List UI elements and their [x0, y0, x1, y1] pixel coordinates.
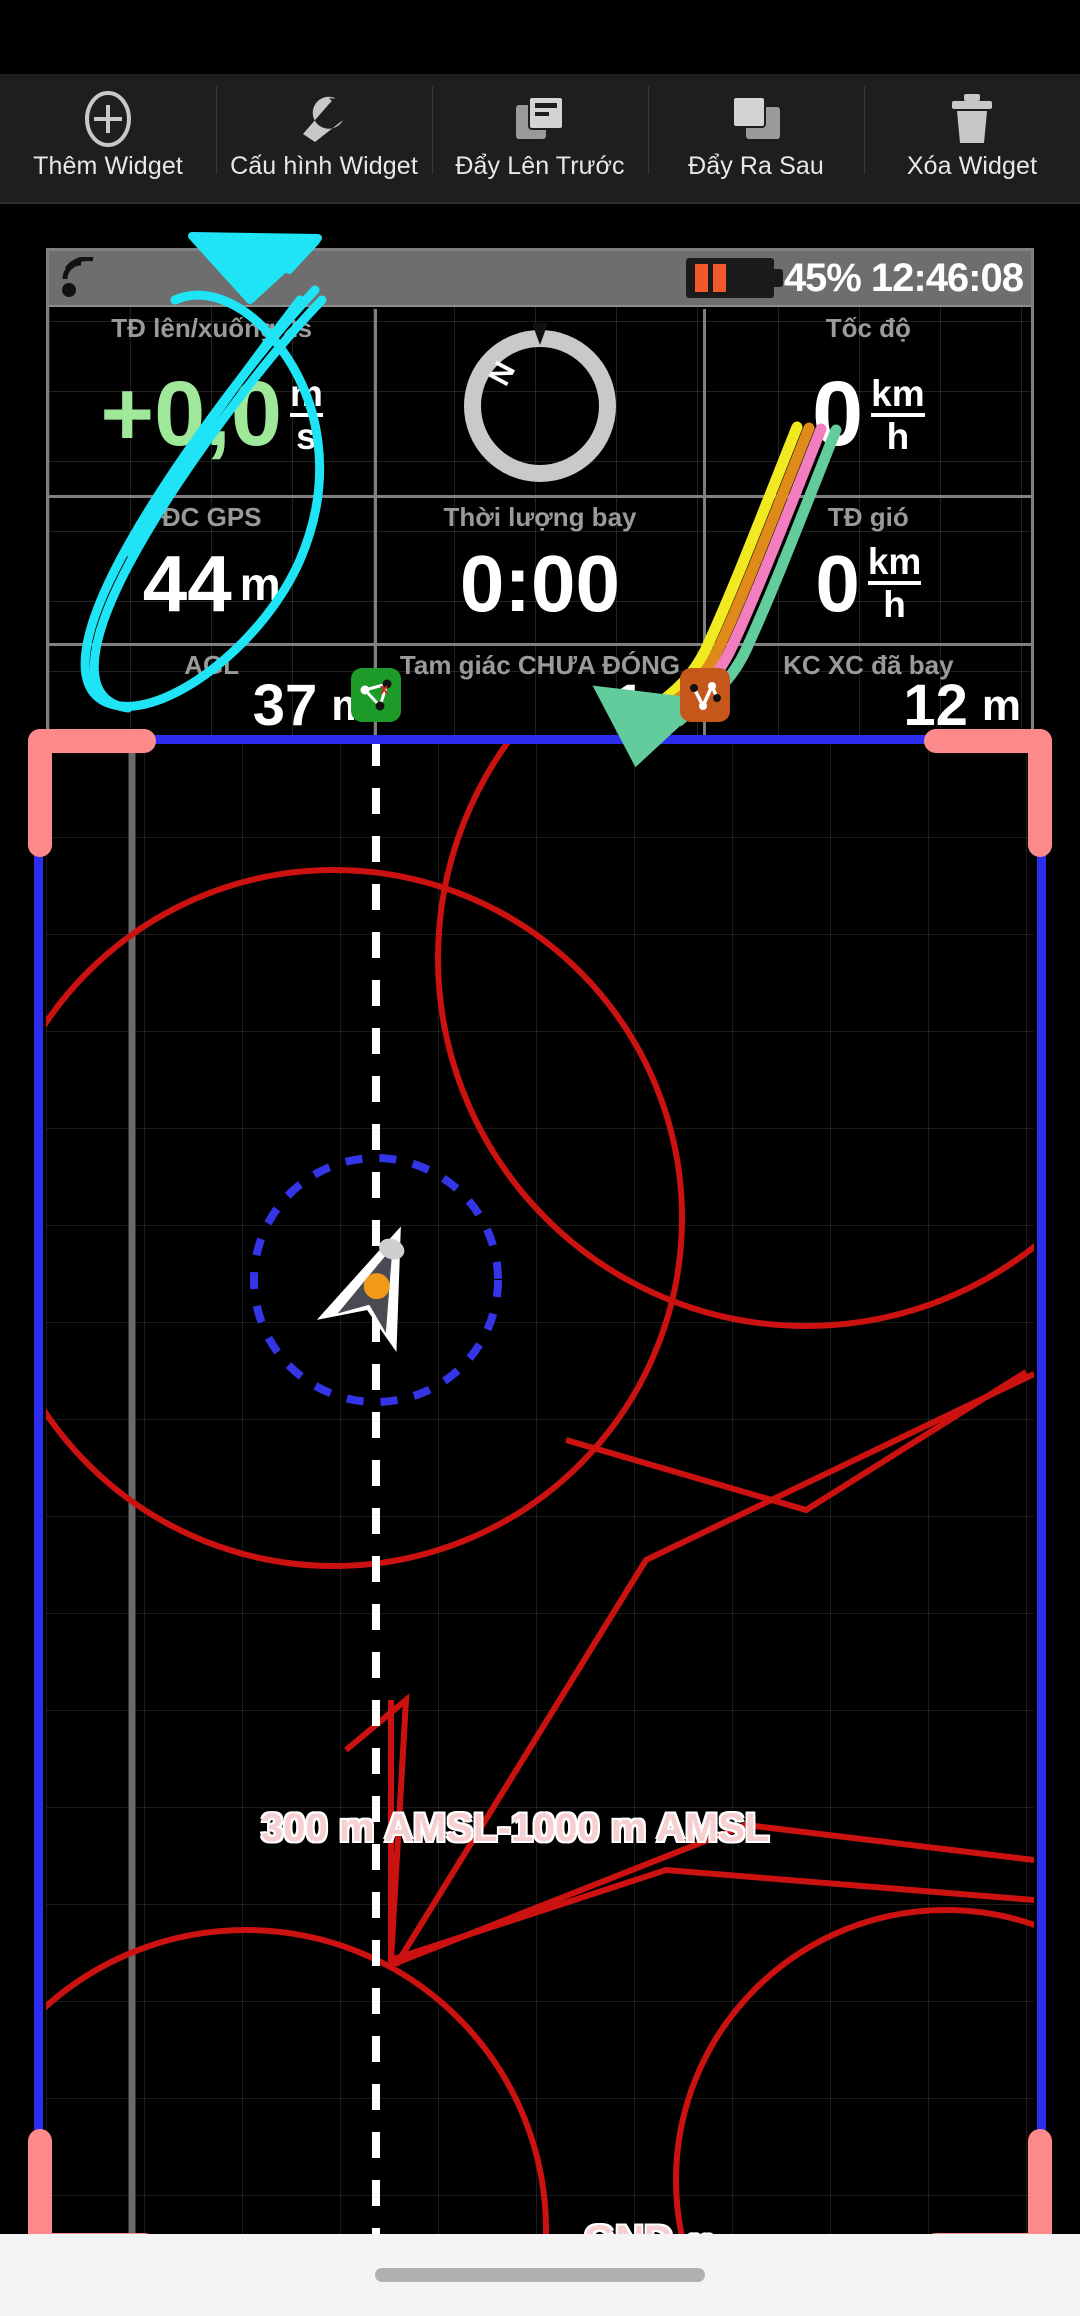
battery-percent: 45% [783, 255, 862, 300]
unit-denominator: s [290, 412, 323, 456]
widget-value: 1 [613, 673, 646, 739]
toolbar-item-add-widget[interactable]: Thêm Widget [0, 74, 216, 204]
toolbar-item-configure-widget[interactable]: Cấu hình Widget [216, 74, 432, 204]
toolbar-divider [0, 202, 1080, 204]
widget-compass[interactable]: N [374, 309, 702, 495]
widget-xc-distance[interactable]: KC XC đã bay 12 m [702, 646, 1031, 740]
widget-wind-speed[interactable]: TĐ gió 0 km h [702, 498, 1031, 643]
unit-numerator: m [290, 372, 323, 414]
widget-value: 0 [811, 363, 864, 466]
selection-edge-left [34, 735, 43, 2251]
unit-numerator: km [871, 372, 925, 414]
compass-needle-icon [531, 322, 548, 345]
signal-icon [59, 257, 103, 299]
widget-value: +0,0 [100, 363, 283, 466]
widget-triangle-status[interactable]: Tam giác CHƯA ĐÓNG 1 m [374, 646, 730, 740]
toolbar-item-send-to-back[interactable]: Đẩy Ra Sau [648, 74, 864, 204]
android-navbar [0, 2234, 1080, 2316]
instrument-panel: 45% 12:46:08 TĐ lên/xuống 2s +0,0 m s N … [46, 248, 1034, 740]
send-to-back-icon [728, 88, 784, 150]
system-status-strip [0, 0, 1080, 74]
map-vector-layer [46, 740, 1034, 2234]
toolbar-item-label: Đẩy Ra Sau [688, 152, 824, 180]
unit-denominator: h [871, 412, 925, 456]
widget-unit: m s [290, 375, 323, 455]
widget-value: 37 [252, 673, 318, 739]
widget-unit: m [981, 681, 1021, 730]
airspace-label: GND-∞ [584, 2218, 715, 2234]
wrench-icon [295, 88, 353, 150]
battery-icon [685, 258, 783, 298]
widget-unit: m [239, 557, 281, 610]
toolbar-item-label: Thêm Widget [33, 152, 183, 180]
widget-row-2: ĐC GPS 44 m Thời lượng bay 0:00 TĐ gió 0… [49, 495, 1031, 643]
widget-value: 0:00 [459, 538, 621, 628]
airspace-label: 300 m AMSL-1000 m AMSL [261, 1806, 770, 1850]
screen: Thêm Widget Cấu hình Widget Đẩy Lên Trướ… [0, 0, 1080, 2316]
toolbar-item-label: Xóa Widget [906, 152, 1038, 180]
widget-agl[interactable]: AGL 37 m x [49, 646, 402, 740]
compass-north-label: N [482, 356, 523, 391]
toolbar-item-bring-to-front[interactable]: Đẩy Lên Trước [432, 74, 648, 204]
toolbar-item-label: Đẩy Lên Trước [455, 152, 625, 180]
widget-gps-altitude[interactable]: ĐC GPS 44 m [49, 498, 374, 643]
widget-value: 12 [903, 673, 968, 739]
task-triangle-icon[interactable]: x [351, 668, 402, 722]
toolbar-item-label: Cấu hình Widget [230, 152, 418, 180]
svg-text:x: x [380, 681, 389, 698]
plus-circle-icon [82, 88, 134, 150]
widget-edit-toolbar: Thêm Widget Cấu hình Widget Đẩy Lên Trướ… [0, 74, 1080, 204]
track-zigzag-icon[interactable] [679, 668, 730, 722]
clock: 12:46:08 [870, 255, 1024, 300]
home-indicator[interactable] [375, 2268, 705, 2282]
widget-vario-2s[interactable]: TĐ lên/xuống 2s +0,0 m s [49, 309, 374, 495]
widget-value: 0 [815, 538, 860, 628]
unit-denominator: h [867, 581, 922, 624]
map-widget[interactable]: 300 m AMSL-1000 m AMSL 300 m AMSL-1000 m… [46, 740, 1034, 2234]
bring-to-front-icon [512, 88, 568, 150]
trash-icon [948, 88, 996, 150]
widget-unit: km h [867, 541, 922, 624]
instrument-statusbar: 45% 12:46:08 [49, 251, 1031, 307]
selection-edge-right [1037, 735, 1046, 2251]
widget-unit: km h [871, 372, 925, 456]
widget-value: 44 [142, 538, 232, 628]
compass-icon: N [463, 322, 616, 482]
widget-speed[interactable]: Tốc độ 0 km h [702, 309, 1031, 495]
unit-numerator: km [867, 541, 922, 583]
widget-flight-duration[interactable]: Thời lượng bay 0:00 [374, 498, 702, 643]
toolbar-item-delete-widget[interactable]: Xóa Widget [864, 74, 1080, 204]
widget-row-3: AGL 37 m x Tam giác CHƯA ĐÓNG [49, 643, 1031, 740]
widget-row-1: TĐ lên/xuống 2s +0,0 m s N Tốc độ 0 km h [49, 309, 1031, 495]
airspace-boundaries [46, 740, 1034, 2234]
